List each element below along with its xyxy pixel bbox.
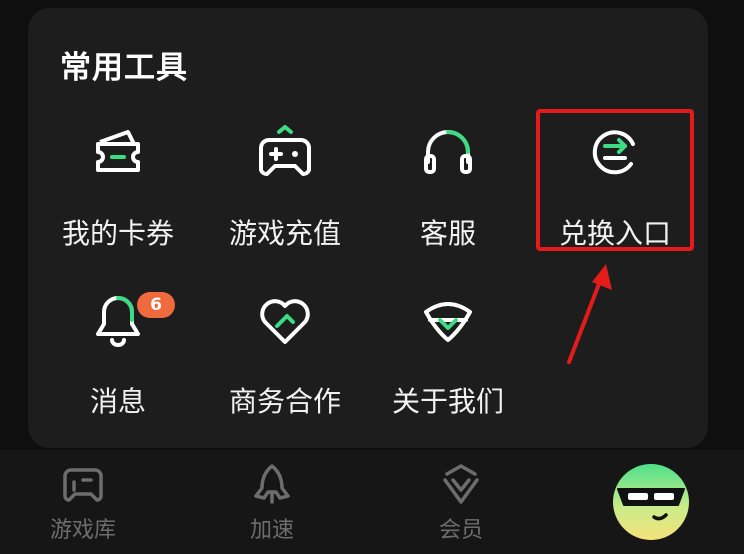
vip-diamond-icon	[443, 464, 479, 504]
tab-accelerate[interactable]: 加速	[212, 450, 332, 554]
tab-label: 游戏库	[49, 518, 116, 543]
tab-game-library[interactable]: 游戏库	[23, 450, 143, 554]
tab-label: 会员	[438, 518, 483, 543]
game-library-icon	[63, 468, 103, 502]
tab-label: 加速	[249, 518, 294, 543]
mascot-avatar-icon[interactable]	[612, 463, 690, 541]
rocket-icon	[254, 464, 290, 504]
tab-vip[interactable]: 会员	[401, 450, 521, 554]
